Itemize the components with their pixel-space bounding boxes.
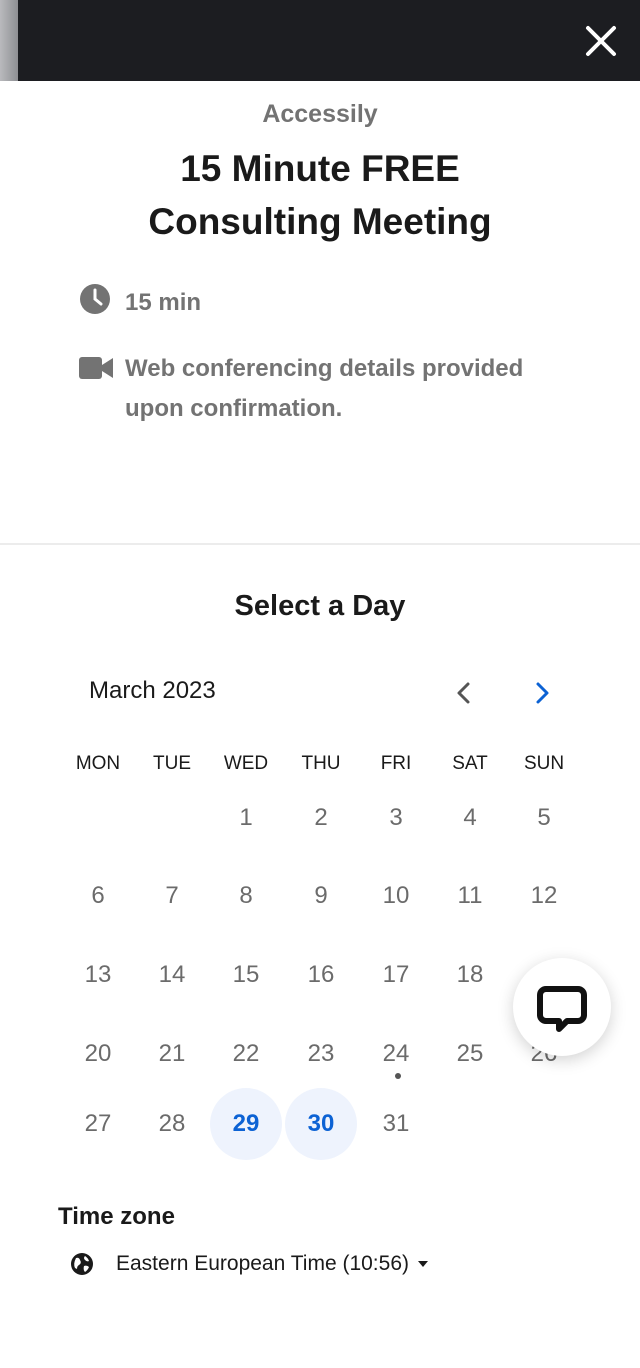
- video-camera-icon: [79, 357, 113, 379]
- calendar-day-21: 21: [158, 1040, 186, 1067]
- organizer-name: Accessily: [262, 100, 378, 128]
- event-location-line1: Web conferencing details provided: [125, 355, 524, 382]
- event-location-line2: upon confirmation.: [125, 395, 343, 422]
- top-bar: [0, 0, 640, 81]
- calendar-day-11: 11: [457, 882, 483, 909]
- calendar-day-14: 14: [158, 961, 186, 988]
- calendar-day-3: 3: [389, 804, 403, 831]
- timezone-select[interactable]: Eastern European Time (10:56): [70, 1246, 429, 1282]
- globe-icon: [71, 1253, 93, 1275]
- calendar-day-25: 25: [456, 1040, 484, 1067]
- clock-icon: [80, 284, 110, 314]
- calendar-day-4: 4: [463, 804, 477, 831]
- weekday-label-thu: THU: [301, 753, 341, 774]
- calendar-day-13: 13: [84, 961, 112, 988]
- calendar-day-8: 8: [239, 882, 253, 909]
- calendar-day-20: 20: [84, 1040, 112, 1067]
- caret-down-icon: [418, 1261, 428, 1267]
- weekday-label-tue: TUE: [153, 753, 191, 774]
- weekday-label-sat: SAT: [452, 753, 488, 774]
- calendar-day-5: 5: [537, 804, 551, 831]
- calendar-day-28: 28: [158, 1110, 186, 1137]
- previous-month-button[interactable]: [444, 674, 484, 714]
- calendar-day-9: 9: [314, 882, 328, 909]
- select-day-heading: Select a Day: [234, 590, 406, 622]
- available-day-29[interactable]: 29: [210, 1088, 282, 1160]
- chat-icon: [537, 986, 587, 1032]
- weekday-label-fri: FRI: [380, 753, 412, 774]
- weekday-label-wed: WED: [223, 753, 269, 774]
- event-duration: 15 min: [125, 289, 202, 316]
- calendar-day-27: 27: [84, 1110, 112, 1137]
- calendar-day-6: 6: [91, 882, 105, 909]
- calendar-day-1: 1: [239, 804, 253, 831]
- close-button[interactable]: [580, 20, 622, 62]
- event-title: 15 Minute FREE Consulting Meeting: [148, 148, 492, 242]
- month-label: March 2023: [89, 677, 216, 704]
- calendar-day-15: 15: [232, 961, 260, 988]
- next-month-button[interactable]: [522, 674, 562, 714]
- calendar-day-24: 24: [382, 1040, 410, 1067]
- chevron-right-icon: [536, 682, 549, 704]
- timezone-value: Eastern European Time (10:56): [116, 1252, 409, 1275]
- calendar-day-31: 31: [382, 1110, 410, 1137]
- calendar-day-22: 22: [232, 1040, 260, 1067]
- calendar-day-16: 16: [307, 961, 335, 988]
- top-bar-edge: [0, 0, 18, 81]
- close-icon: [586, 26, 616, 56]
- chevron-left-icon: [457, 682, 470, 704]
- timezone-label: Time zone: [58, 1203, 175, 1230]
- today-indicator: [395, 1073, 401, 1079]
- calendar-day-17: 17: [382, 961, 410, 988]
- section-divider: [0, 543, 640, 545]
- weekday-label-sun: SUN: [523, 753, 565, 774]
- calendar-day-7: 7: [165, 882, 179, 909]
- calendar-day-12: 12: [530, 882, 558, 909]
- available-day-30[interactable]: 30: [285, 1088, 357, 1160]
- calendar-day-2: 2: [314, 804, 328, 831]
- calendar-day-23: 23: [307, 1040, 335, 1067]
- calendar-day-18: 18: [456, 961, 484, 988]
- calendar-day-10: 10: [382, 882, 410, 909]
- chat-widget-button[interactable]: [513, 958, 611, 1056]
- weekday-label-mon: MON: [75, 753, 121, 774]
